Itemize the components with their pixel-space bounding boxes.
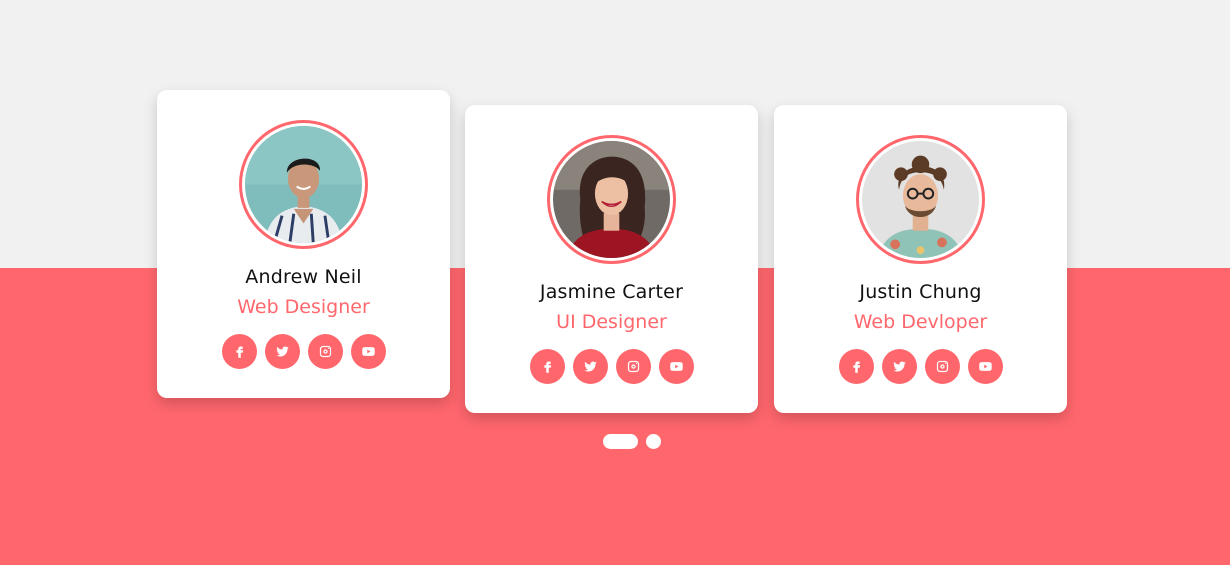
youtube-link[interactable] xyxy=(350,334,386,369)
facebook-icon xyxy=(543,361,551,373)
team-slider-section: Andrew Neil Web Designer Jasmine Carter … xyxy=(0,0,1230,565)
twitter-link[interactable] xyxy=(264,334,300,369)
instagram-icon xyxy=(936,360,948,373)
instagram-link[interactable] xyxy=(307,334,343,369)
facebook-link[interactable] xyxy=(838,349,874,384)
youtube-icon xyxy=(669,362,683,371)
twitter-icon xyxy=(275,346,289,357)
man-portrait-photo xyxy=(245,126,362,243)
social-links xyxy=(157,334,450,369)
twitter-icon xyxy=(892,361,906,372)
youtube-link[interactable] xyxy=(967,349,1003,384)
twitter-link[interactable] xyxy=(572,349,608,384)
member-name: Justin Chung xyxy=(859,281,982,303)
avatar xyxy=(239,120,368,249)
twitter-icon xyxy=(583,361,597,372)
member-name: Andrew Neil xyxy=(245,266,362,288)
avatar xyxy=(547,135,676,264)
team-card-justin-chung: Justin Chung Web Devloper xyxy=(774,105,1067,413)
team-card-jasmine-carter: Jasmine Carter UI Designer xyxy=(465,105,758,413)
twitter-link[interactable] xyxy=(881,349,917,384)
pagination-dot-2[interactable] xyxy=(646,434,661,449)
instagram-icon xyxy=(627,360,639,373)
facebook-icon xyxy=(852,361,860,373)
social-links xyxy=(465,349,758,384)
woman-portrait-photo xyxy=(553,141,670,258)
social-links xyxy=(774,349,1067,384)
slider-pagination xyxy=(603,434,661,449)
avatar xyxy=(856,135,985,264)
youtube-icon xyxy=(361,347,375,356)
instagram-link[interactable] xyxy=(924,349,960,384)
youtube-icon xyxy=(978,362,992,371)
youtube-link[interactable] xyxy=(658,349,694,384)
team-card-andrew-neil: Andrew Neil Web Designer xyxy=(157,90,450,398)
member-role: Web Designer xyxy=(237,296,370,318)
instagram-icon xyxy=(319,345,331,358)
member-role: UI Designer xyxy=(556,311,667,333)
curly-hair-man-portrait-photo xyxy=(862,141,979,258)
facebook-link[interactable] xyxy=(529,349,565,384)
instagram-link[interactable] xyxy=(615,349,651,384)
member-name: Jasmine Carter xyxy=(539,281,684,303)
facebook-icon xyxy=(235,346,243,358)
facebook-link[interactable] xyxy=(221,334,257,369)
pagination-dot-1[interactable] xyxy=(603,434,638,449)
member-role: Web Devloper xyxy=(853,311,988,333)
